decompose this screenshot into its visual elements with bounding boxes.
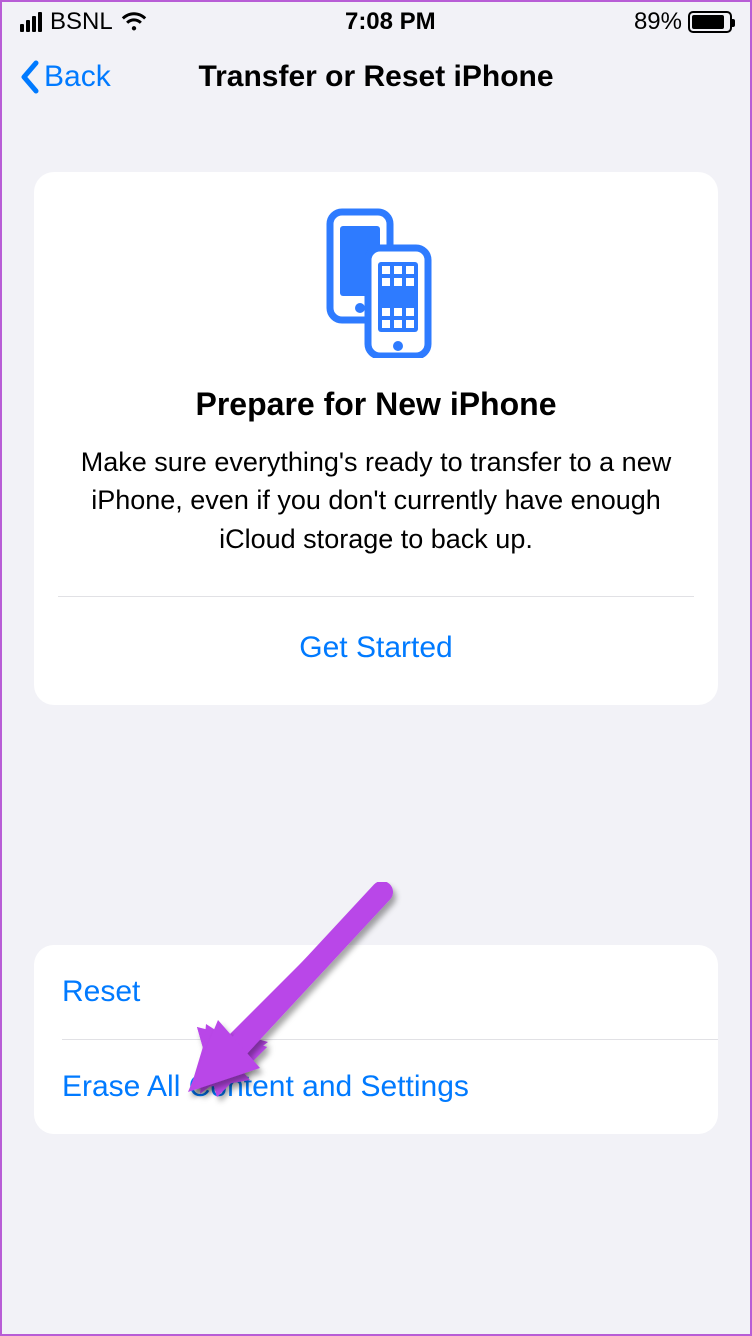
prepare-body: Make sure everything's ready to transfer… [34,443,718,596]
prepare-card: Prepare for New iPhone Make sure everyth… [34,172,718,705]
status-bar: BSNL 7:08 PM 89% [2,2,750,42]
nav-bar: Back Transfer or Reset iPhone [2,42,750,112]
back-button[interactable]: Back [18,60,111,94]
get-started-button[interactable]: Get Started [34,597,718,705]
carrier-label: BSNL [50,8,113,36]
reset-options-group: Reset Erase All Content and Settings [34,945,718,1134]
status-left: BSNL [20,8,147,36]
page-title: Transfer or Reset iPhone [2,60,750,94]
battery-percent: 89% [634,8,682,36]
reset-button[interactable]: Reset [34,945,718,1039]
chevron-left-icon [18,60,40,94]
erase-all-button[interactable]: Erase All Content and Settings [34,1040,718,1134]
back-label: Back [44,60,111,94]
two-phones-icon [34,208,718,358]
cellular-signal-icon [20,12,42,32]
battery-icon [688,11,732,33]
status-right: 89% [634,8,732,36]
status-time: 7:08 PM [345,8,436,36]
prepare-title: Prepare for New iPhone [34,386,718,443]
wifi-icon [121,12,147,32]
content-area: Prepare for New iPhone Make sure everyth… [2,112,750,1134]
